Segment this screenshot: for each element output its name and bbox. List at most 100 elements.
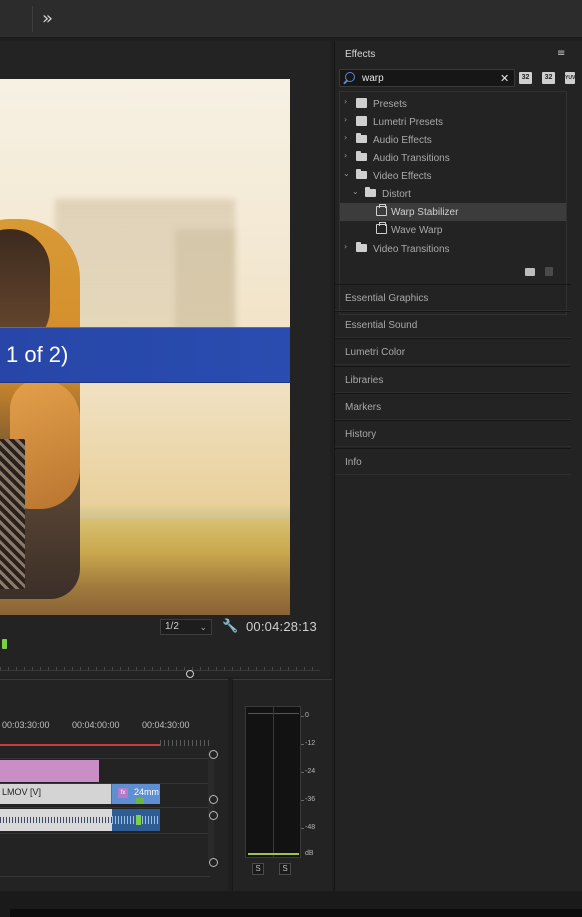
clip-graphic[interactable]	[0, 760, 99, 782]
folder-icon	[365, 187, 376, 197]
effects-search: ✕	[339, 69, 515, 87]
section-essential-graphics[interactable]: Essential Graphics	[335, 284, 571, 311]
db-unit-label: dB	[305, 850, 314, 857]
scroll-handle[interactable]	[209, 811, 218, 820]
tree-item-label: Distort	[382, 189, 411, 200]
video-building-2	[175, 229, 235, 339]
chevron-down-icon: ⌄	[199, 622, 207, 632]
section-essential-sound[interactable]: Essential Sound	[335, 311, 571, 338]
audio-meters-panel: 0 -12 -24 -36 -48 dB S S	[232, 679, 332, 891]
section-markers[interactable]: Markers	[335, 393, 571, 420]
clip-audio[interactable]	[0, 809, 112, 831]
db-tick	[301, 772, 304, 773]
status-bar	[0, 891, 582, 917]
db-tick	[301, 716, 304, 717]
accelerated-effects-icon[interactable]: 32	[519, 72, 532, 84]
tree-item-label: Wave Warp	[391, 225, 443, 236]
solo-left-button[interactable]: S	[252, 863, 264, 875]
scroll-handle-bottom[interactable]	[209, 858, 218, 867]
db-label: -36	[305, 796, 316, 803]
tree-item-wave-warp[interactable]: Wave Warp	[340, 221, 566, 239]
scroll-handle[interactable]	[209, 795, 218, 804]
section-libraries[interactable]: Libraries	[335, 366, 571, 393]
caption-lower-third: 1 of 2)	[0, 327, 290, 383]
section-history[interactable]: History	[335, 420, 571, 447]
new-bin-icon[interactable]	[525, 268, 535, 276]
search-input[interactable]	[362, 71, 492, 85]
section-label: Essential Sound	[345, 320, 418, 331]
timeline-ruler[interactable]: 00:03:30:00 00:04:00:00 00:04:30:00	[0, 720, 210, 734]
status-strip	[10, 909, 582, 917]
db-label: -48	[305, 824, 316, 831]
chevron-down-icon[interactable]: ⌄	[352, 187, 359, 196]
chevron-down-icon[interactable]: ⌄	[343, 169, 350, 178]
chevron-right-icon[interactable]: ›	[344, 97, 347, 106]
meter-level	[248, 853, 299, 855]
track-divider	[0, 807, 210, 808]
track-divider	[0, 876, 210, 877]
chevron-right-icon[interactable]: ›	[344, 133, 347, 142]
video-person-dress	[0, 439, 25, 589]
clip-video-nested[interactable]: fx 24mm	[112, 784, 160, 804]
panel-title[interactable]: Effects	[345, 49, 375, 60]
tree-item-video-effects[interactable]: ⌄ Video Effects	[340, 167, 566, 185]
timeline-vertical-scrollbar[interactable]	[208, 750, 214, 860]
tree-item-label: Audio Effects	[373, 135, 432, 146]
tree-item-label: Presets	[373, 99, 407, 110]
tree-item-audio-transitions[interactable]: › Audio Transitions	[340, 149, 566, 167]
panel-menu-icon[interactable]: ≡	[557, 48, 565, 59]
tree-item-presets[interactable]: › Presets	[340, 95, 566, 113]
yuv-effects-icon[interactable]: YUV	[565, 72, 575, 84]
meter-divider	[273, 707, 274, 857]
section-label: Info	[345, 457, 362, 468]
effect-icon	[376, 204, 387, 216]
db-tick	[301, 800, 304, 801]
zoom-scroll-handle[interactable]	[186, 670, 194, 678]
section-label: Essential Graphics	[345, 293, 429, 304]
tree-item-lumetri-presets[interactable]: › Lumetri Presets	[340, 113, 566, 131]
chevron-right-icon[interactable]: ›	[344, 242, 347, 251]
scroll-handle-top[interactable]	[209, 750, 218, 759]
program-video-frame[interactable]: 1 of 2)	[0, 79, 290, 615]
premiere-window: » 1 of 2) 1/2 ⌄ 🔧 00:04:28:13 00:03:30:0…	[0, 0, 582, 917]
effects-panel: Effects ≡ ✕ 32 32 YUV › Presets › Lumetr…	[334, 41, 582, 891]
track-divider	[0, 758, 210, 759]
render-bar	[0, 744, 160, 746]
resolution-value: 1/2	[165, 621, 179, 632]
caption-text: 1 of 2)	[6, 342, 69, 367]
tree-item-audio-effects[interactable]: › Audio Effects	[340, 131, 566, 149]
folder-icon	[356, 151, 367, 161]
trash-icon[interactable]	[545, 267, 553, 276]
solo-right-button[interactable]: S	[279, 863, 291, 875]
chevron-right-icon[interactable]: ›	[344, 115, 347, 124]
clip-video[interactable]: LMOV [V]	[0, 784, 112, 804]
workspace-overflow-button[interactable]: »	[42, 8, 53, 29]
tree-item-label: Warp Stabilizer	[391, 207, 459, 218]
db-tick	[301, 744, 304, 745]
tree-item-distort[interactable]: ⌄ Distort	[340, 185, 566, 203]
effect-icon	[376, 222, 387, 234]
section-label: Lumetri Color	[345, 347, 406, 358]
section-label: History	[345, 429, 377, 440]
preset-bin-icon	[356, 116, 367, 126]
section-lumetri-color[interactable]: Lumetri Color	[335, 338, 571, 365]
tree-item-warp-stabilizer[interactable]: Warp Stabilizer	[340, 203, 566, 221]
chevron-right-icon[interactable]: ›	[344, 151, 347, 160]
folder-icon	[356, 133, 367, 143]
monitor-time-ruler[interactable]	[0, 659, 320, 671]
tree-item-label: Video Transitions	[373, 244, 450, 255]
timeline-ticks	[160, 740, 210, 746]
clip-label: LMOV [V]	[2, 787, 42, 797]
32bit-effects-icon[interactable]: 32	[542, 72, 555, 84]
clip-audio-nested[interactable]	[112, 809, 160, 831]
ruler-label: 00:03:30:00	[2, 720, 50, 730]
effects-tree: › Presets › Lumetri Presets › Audio Effe…	[339, 91, 567, 315]
section-info[interactable]: Info	[335, 448, 571, 475]
clear-search-icon[interactable]: ✕	[500, 72, 509, 85]
tree-item-video-transitions[interactable]: › Video Transitions	[340, 240, 566, 258]
playback-resolution-select[interactable]: 1/2 ⌄	[160, 619, 212, 635]
wrench-icon[interactable]: 🔧	[222, 618, 238, 634]
playhead-marker[interactable]	[2, 639, 7, 649]
tree-item-label: Lumetri Presets	[373, 117, 444, 128]
search-icon	[345, 72, 355, 82]
